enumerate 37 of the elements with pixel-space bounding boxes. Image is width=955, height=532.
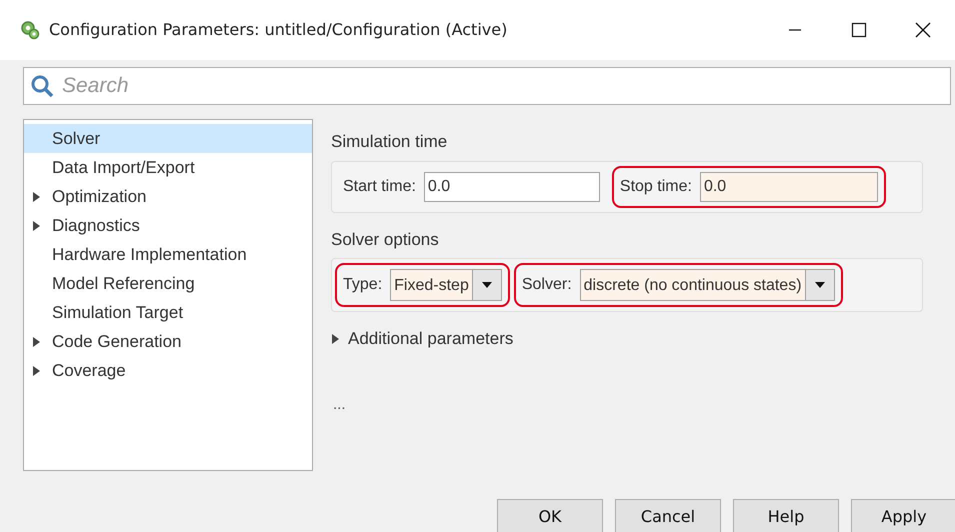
expand-arrow-icon[interactable] xyxy=(32,220,41,230)
dropdown[interactable]: discrete (no continuous states) xyxy=(580,269,835,301)
dialog-button[interactable]: OK xyxy=(497,499,603,532)
caret-icon xyxy=(814,282,825,288)
dialog-button[interactable]: Apply xyxy=(851,499,955,532)
text-field[interactable]: 0.0 xyxy=(700,172,878,202)
section-title: Solver options xyxy=(331,228,440,250)
dropdown[interactable]: Fixed-step xyxy=(390,269,502,301)
gears-icon xyxy=(20,20,40,40)
additional-parameters-toggle[interactable]: Additional parameters xyxy=(331,326,955,352)
expand-arrow-icon[interactable] xyxy=(32,192,41,202)
sidebar-item[interactable]: Solver xyxy=(24,124,312,153)
text-field[interactable]: 0.0 xyxy=(424,172,600,202)
sidebar-item[interactable]: Model Referencing xyxy=(24,269,312,298)
dialog-button[interactable]: Help xyxy=(733,499,839,532)
maximize-icon[interactable] xyxy=(851,22,867,38)
dialog-button[interactable]: Cancel xyxy=(615,499,721,532)
field-label: Stop time: xyxy=(620,176,692,196)
search-icon xyxy=(30,74,54,98)
expand-arrow-icon[interactable] xyxy=(32,336,41,346)
window-title: Configuration Parameters: untitled/Configuration (Active) xyxy=(49,19,508,41)
field-label: Start time: xyxy=(343,176,416,196)
sidebar-item[interactable]: Diagnostics xyxy=(24,211,312,240)
sidebar-item[interactable]: Coverage xyxy=(24,356,312,385)
sidebar-item[interactable]: Simulation Target xyxy=(24,298,312,327)
sidebar-item[interactable]: Optimization xyxy=(24,182,312,211)
sidebar-item[interactable]: Hardware Implementation xyxy=(24,240,312,269)
section-title: Simulation time xyxy=(331,131,448,153)
expand-arrow-icon[interactable] xyxy=(32,366,41,376)
sidebar-item[interactable]: Code Generation xyxy=(24,327,312,356)
field-label: Solver: xyxy=(522,275,572,295)
ellipsis-text: ... xyxy=(333,394,347,414)
close-icon[interactable] xyxy=(915,22,931,38)
sidebar-item[interactable]: Data Import/Export xyxy=(24,153,312,182)
expand-arrow-icon[interactable] xyxy=(331,334,340,344)
caret-icon xyxy=(482,282,492,288)
field-label: Type: xyxy=(343,275,382,295)
